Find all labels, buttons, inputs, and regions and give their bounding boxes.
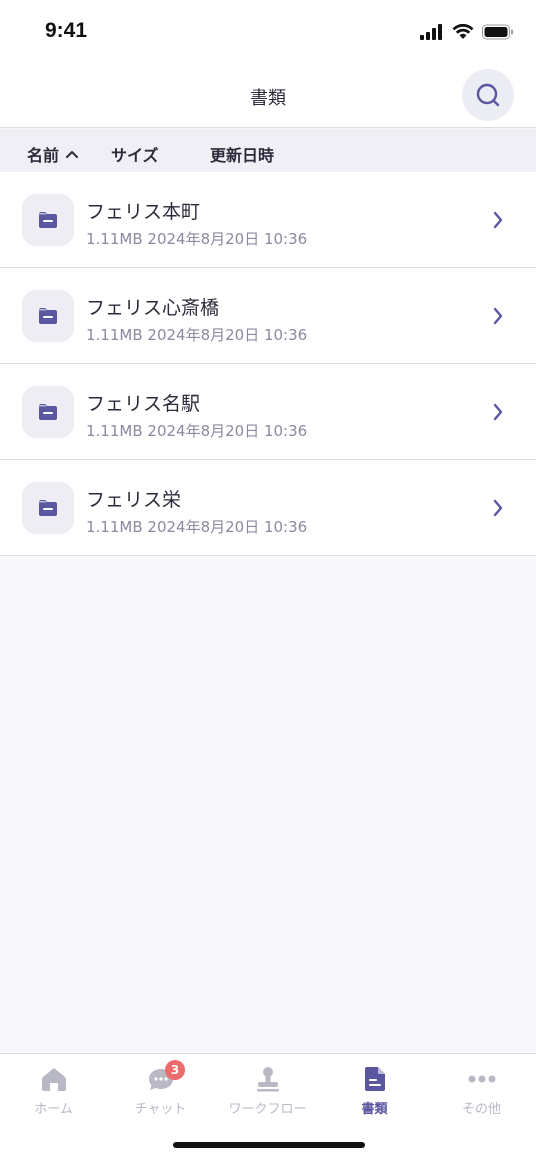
document-icon [364, 1067, 385, 1091]
chevron-right-icon [493, 403, 503, 421]
chevron-right-icon [493, 211, 503, 229]
search-button[interactable] [462, 69, 514, 121]
file-name: フェリス名駅 [86, 393, 201, 415]
file-list: フェリス本町 1.11MB 2024年8月20日 10:36 フェリス心斎橋 1… [0, 172, 536, 556]
stamp-icon [256, 1067, 279, 1092]
file-row[interactable]: フェリス名駅 1.11MB 2024年8月20日 10:36 [0, 364, 536, 460]
tab-more[interactable]: その他 [428, 1064, 535, 1117]
sort-by-size[interactable]: サイズ [111, 142, 159, 166]
search-icon [476, 83, 500, 107]
tab-documents[interactable]: 書類 [321, 1064, 428, 1117]
sort-bar: 名前 サイズ 更新日時 [0, 129, 536, 172]
status-bar: 9:41 [0, 0, 536, 62]
tab-documents-label: 書類 [361, 1102, 388, 1117]
file-meta: 1.11MB 2024年8月20日 10:36 [86, 422, 308, 440]
chevron-up-icon [66, 151, 79, 158]
sort-by-name[interactable]: 名前 [27, 142, 79, 166]
file-name: フェリス心斎橋 [86, 297, 220, 319]
tab-more-label: その他 [461, 1102, 501, 1117]
status-time: 9:41 [45, 19, 88, 42]
cellular-signal-icon [420, 24, 442, 40]
home-icon [41, 1068, 66, 1091]
file-meta: 1.11MB 2024年8月20日 10:36 [86, 518, 308, 536]
chevron-right-icon [493, 499, 503, 517]
battery-icon [482, 24, 513, 40]
file-row[interactable]: フェリス栄 1.11MB 2024年8月20日 10:36 [0, 460, 536, 556]
tab-home[interactable]: ホーム [0, 1064, 107, 1117]
folder-icon [22, 290, 74, 342]
more-icon [468, 1075, 495, 1083]
page-title: 書類 [250, 88, 286, 109]
tab-workflow[interactable]: ワークフロー [214, 1064, 321, 1117]
home-indicator [173, 1142, 365, 1148]
tab-home-label: ホーム [34, 1102, 73, 1117]
file-meta: 1.11MB 2024年8月20日 10:36 [86, 230, 308, 248]
chevron-right-icon [493, 307, 503, 325]
file-row[interactable]: フェリス心斎橋 1.11MB 2024年8月20日 10:36 [0, 268, 536, 364]
app-header: 書類 [0, 62, 536, 128]
sort-by-name-label: 名前 [27, 146, 60, 165]
folder-icon [22, 194, 74, 246]
tab-chat[interactable]: 3 チャット [107, 1060, 214, 1117]
tab-workflow-label: ワークフロー [228, 1102, 307, 1117]
folder-icon [22, 386, 74, 438]
file-name: フェリス本町 [86, 201, 201, 223]
tab-chat-label: チャット [134, 1102, 187, 1117]
file-meta: 1.11MB 2024年8月20日 10:36 [86, 326, 308, 344]
chat-badge: 3 [165, 1060, 185, 1080]
sort-by-updated[interactable]: 更新日時 [210, 142, 274, 166]
file-name: フェリス栄 [86, 489, 182, 511]
wifi-icon [452, 24, 474, 39]
file-row[interactable]: フェリス本町 1.11MB 2024年8月20日 10:36 [0, 172, 536, 268]
status-icons [420, 22, 514, 42]
folder-icon [22, 482, 74, 534]
